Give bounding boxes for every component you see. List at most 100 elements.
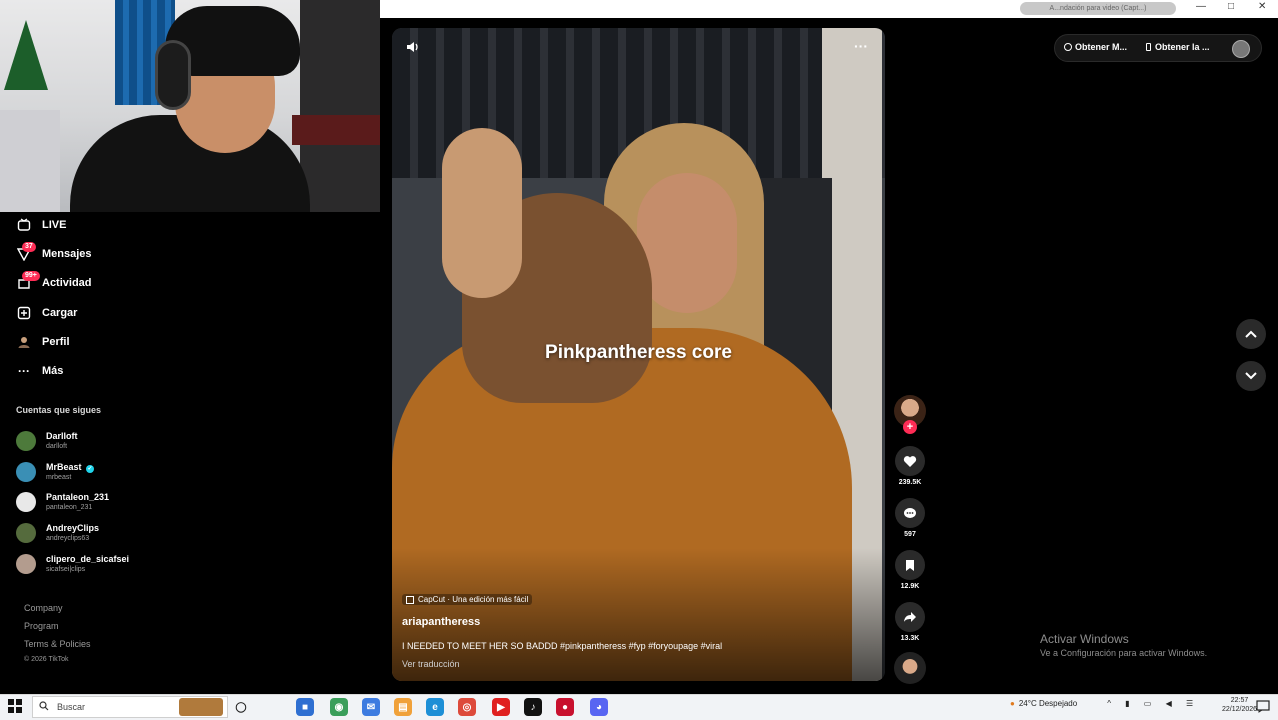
share-action[interactable]: 13.3K	[895, 602, 925, 642]
following-account[interactable]: MrBeast ✓ mrbeast	[16, 458, 95, 486]
account-name: clipero_de_sicafsei	[46, 554, 130, 564]
weather-text: 24°C Despejado	[1018, 699, 1078, 708]
footer-company-link[interactable]: Company	[24, 603, 63, 613]
comment-icon[interactable]	[895, 498, 925, 528]
account-name: Darlloft	[46, 431, 78, 441]
nav-more[interactable]: ··· Más	[16, 360, 63, 382]
close-button[interactable]: ✕	[1258, 1, 1266, 12]
account-handle: andreyclips63	[46, 535, 90, 542]
notifications-icon[interactable]	[1256, 699, 1270, 713]
nav-activity[interactable]: 99+ Actividad	[16, 271, 92, 294]
video-caption: I NEEDED TO MEET HER SO BADDD #pinkpanth…	[402, 641, 723, 651]
nav-profile-label: Perfil	[42, 336, 70, 348]
nav-live-label: LIVE	[42, 219, 67, 231]
get-app-label: Obtener la ...	[1155, 42, 1210, 52]
discord-icon[interactable]: ◕	[590, 698, 608, 716]
widgets-icon[interactable]: ■	[296, 698, 314, 716]
nav-messages[interactable]: 37 Mensajes	[16, 242, 92, 265]
activate-windows-title: Activar Windows	[1040, 632, 1129, 646]
chrome-icon[interactable]: ◎	[458, 698, 476, 716]
profile-icon	[16, 334, 32, 350]
phone-icon	[1146, 43, 1151, 51]
task-view-icon[interactable]: ◯	[232, 698, 250, 716]
coin-icon	[1064, 43, 1072, 51]
following-account[interactable]: Pantaleon_231 pantaleon_231	[16, 488, 109, 516]
taskbar-clock[interactable]: 22:57 22/12/2026	[1222, 696, 1257, 714]
nav-more-label: Más	[42, 365, 64, 377]
mail-icon[interactable]: ✉	[362, 698, 380, 716]
heart-icon[interactable]	[895, 446, 925, 476]
girl-face	[637, 173, 737, 313]
search-placeholder: Buscar	[57, 702, 86, 712]
avatar	[16, 523, 36, 543]
file-explorer-icon[interactable]: ▤	[394, 698, 412, 716]
music-disc[interactable]	[894, 652, 926, 684]
footer-program-link[interactable]: Program	[24, 621, 59, 631]
youtube-icon[interactable]: ▶	[492, 698, 510, 716]
volume-icon[interactable]	[406, 40, 420, 57]
obs-icon[interactable]: ●	[556, 698, 574, 716]
clock-date: 22/12/2026	[1222, 706, 1258, 713]
like-action[interactable]: 239.5K	[895, 446, 925, 486]
footer-copyright: © 2026 TikTok	[24, 656, 69, 663]
comment-action[interactable]: 597	[895, 498, 925, 538]
system-tray[interactable]: ● 24°C Despejado ^ ▮ ▭ ◀ ☰	[1010, 699, 1199, 708]
following-account[interactable]: clipero_de_sicafsei sicafsei|clips	[16, 550, 129, 578]
like-count: 239.5K	[898, 479, 922, 486]
avatar	[16, 554, 36, 574]
maximize-button[interactable]: □	[1228, 1, 1234, 12]
account-name: MrBeast	[46, 462, 82, 472]
follow-plus-icon[interactable]: +	[903, 420, 917, 434]
more-icon: ···	[18, 364, 30, 378]
windows-start-icon[interactable]	[8, 699, 22, 713]
nav-upload-label: Cargar	[42, 307, 78, 319]
get-app-button[interactable]: Obtener la ...	[1146, 42, 1210, 52]
video-player[interactable]: Pinkpantheress core ··· CapCut · Una edi…	[392, 28, 885, 681]
video-author[interactable]: ariapantheress	[402, 616, 480, 628]
tiktok-icon[interactable]: ♪	[524, 698, 542, 716]
save-action[interactable]: 12.9K	[895, 550, 925, 590]
avatar	[16, 462, 36, 482]
footer-terms-link[interactable]: Terms & Policies	[24, 639, 91, 649]
account-handle: pantaleon_231	[46, 504, 93, 511]
next-video-button[interactable]	[1236, 361, 1266, 391]
more-options-icon[interactable]: ···	[854, 38, 868, 54]
search-highlight-icon	[179, 698, 223, 716]
following-account[interactable]: AndreyClips andreyclips63	[16, 519, 99, 547]
previous-video-button[interactable]	[1236, 319, 1266, 349]
share-icon[interactable]	[895, 602, 925, 632]
following-title: Cuentas que sigues	[16, 405, 102, 415]
nav-profile[interactable]: Perfil	[16, 331, 70, 353]
desk	[292, 115, 380, 145]
nav-activity-label: Actividad	[42, 277, 92, 289]
activity-badge: 99+	[22, 271, 40, 281]
video-overlay-text: Pinkpantheress core	[545, 342, 732, 363]
browser-notification-pill[interactable]: A...ndación para video (Capt...)	[1020, 2, 1176, 15]
taskbar-search-input[interactable]: Buscar	[32, 696, 228, 718]
bottom-gradient	[392, 548, 885, 681]
search-icon	[39, 701, 49, 713]
tray-icons: ^ ▮ ▭ ◀ ☰	[1107, 699, 1200, 708]
bookmark-icon[interactable]	[895, 550, 925, 580]
messages-icon: 37	[16, 242, 36, 262]
avatar	[16, 431, 36, 451]
get-coins-button[interactable]: Obtener M...	[1064, 42, 1127, 52]
whatsapp-icon[interactable]: ◉	[330, 698, 348, 716]
edge-icon[interactable]: e	[426, 698, 444, 716]
avatar	[16, 492, 36, 512]
see-translation-link[interactable]: Ver traducción	[402, 659, 460, 669]
get-coins-label: Obtener M...	[1075, 42, 1128, 52]
account-handle: sicafsei|clips	[46, 566, 86, 573]
user-avatar[interactable]	[1232, 40, 1250, 58]
nav-upload[interactable]: Cargar	[16, 302, 77, 324]
minimize-button[interactable]: —	[1196, 1, 1206, 12]
account-name: Pantaleon_231	[46, 492, 110, 502]
following-account[interactable]: Darlloft darlloft	[16, 427, 78, 455]
nav-live[interactable]: LIVE	[16, 214, 66, 236]
capcut-label[interactable]: CapCut · Una edición más fácil	[402, 594, 533, 605]
clock-time: 22:57	[1230, 697, 1249, 704]
headset	[155, 40, 191, 110]
capcut-icon	[406, 595, 414, 604]
webcam-overlay	[0, 0, 380, 212]
live-icon	[16, 217, 32, 233]
